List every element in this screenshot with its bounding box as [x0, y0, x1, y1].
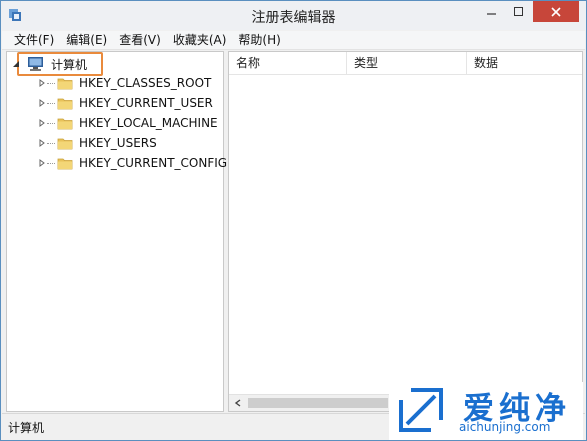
registry-editor-window: 注册表编辑器 文件(F) 编辑(E) 查看(V) 收藏夹(A) 帮助(H) 计算…: [0, 0, 587, 441]
title-bar[interactable]: 注册表编辑器: [1, 1, 586, 30]
tree-node-label: HKEY_USERS: [79, 136, 157, 150]
tree-node-hkey-users[interactable]: HKEY_USERS: [37, 133, 157, 153]
status-path: 计算机: [8, 421, 45, 435]
tree-node-label: HKEY_LOCAL_MACHINE: [79, 116, 218, 130]
close-icon: [551, 6, 561, 17]
maximize-button[interactable]: [506, 1, 532, 22]
tree-node-label: HKEY_CURRENT_CONFIG: [79, 156, 228, 170]
folder-icon: [57, 98, 73, 109]
folder-icon: [57, 118, 73, 129]
watermark-logo-icon: [399, 388, 443, 432]
close-button[interactable]: [533, 1, 579, 22]
tree-node-hkey-current-config[interactable]: HKEY_CURRENT_CONFIG: [37, 153, 227, 173]
value-list-pane[interactable]: 名称 类型 数据: [228, 51, 583, 412]
expand-arrow-icon[interactable]: [37, 98, 47, 108]
tree-node-label: 计算机: [51, 57, 88, 72]
folder-icon: [57, 158, 73, 169]
folder-icon: [57, 78, 73, 89]
minimize-button[interactable]: [479, 1, 505, 22]
column-header-name[interactable]: 名称: [229, 52, 347, 75]
scroll-thumb[interactable]: [248, 398, 388, 408]
column-header-data[interactable]: 数据: [467, 52, 582, 75]
expand-arrow-icon[interactable]: [37, 78, 47, 88]
menu-view[interactable]: 查看(V): [113, 31, 167, 50]
key-tree-pane[interactable]: 计算机 HKEY_CLASSES_ROOT HKEY_CURRENT_USER …: [6, 51, 227, 412]
maximize-icon: [514, 6, 523, 16]
tree-node-hkey-classes-root[interactable]: HKEY_CLASSES_ROOT: [37, 73, 211, 93]
column-header-type[interactable]: 类型: [347, 52, 467, 75]
collapse-arrow-icon[interactable]: [11, 59, 21, 69]
menu-edit[interactable]: 编辑(E): [60, 31, 113, 50]
menu-file[interactable]: 文件(F): [2, 31, 60, 50]
menu-bar: 文件(F) 编辑(E) 查看(V) 收藏夹(A) 帮助(H): [2, 31, 585, 50]
expand-arrow-icon[interactable]: [37, 138, 47, 148]
tree-node-hkey-current-user[interactable]: HKEY_CURRENT_USER: [37, 93, 213, 113]
menu-favorites[interactable]: 收藏夹(A): [167, 31, 233, 50]
minimize-icon: [487, 12, 496, 15]
expand-arrow-icon[interactable]: [37, 158, 47, 168]
list-header: 名称 类型 数据: [229, 52, 582, 75]
expand-arrow-icon[interactable]: [37, 118, 47, 128]
menu-help[interactable]: 帮助(H): [232, 31, 286, 50]
tree-node-hkey-local-machine[interactable]: HKEY_LOCAL_MACHINE: [37, 113, 218, 133]
scroll-left-button[interactable]: [233, 398, 243, 408]
computer-icon: [28, 57, 43, 71]
tree-node-label: HKEY_CURRENT_USER: [79, 96, 213, 110]
tree-node-computer[interactable]: 计算机: [11, 54, 87, 74]
tree-node-label: HKEY_CLASSES_ROOT: [79, 76, 212, 90]
watermark: 爱纯净 aichunjing.com: [389, 382, 583, 440]
watermark-url: aichunjing.com: [459, 420, 551, 434]
folder-icon: [57, 138, 73, 149]
chevron-left-icon: [234, 399, 241, 407]
